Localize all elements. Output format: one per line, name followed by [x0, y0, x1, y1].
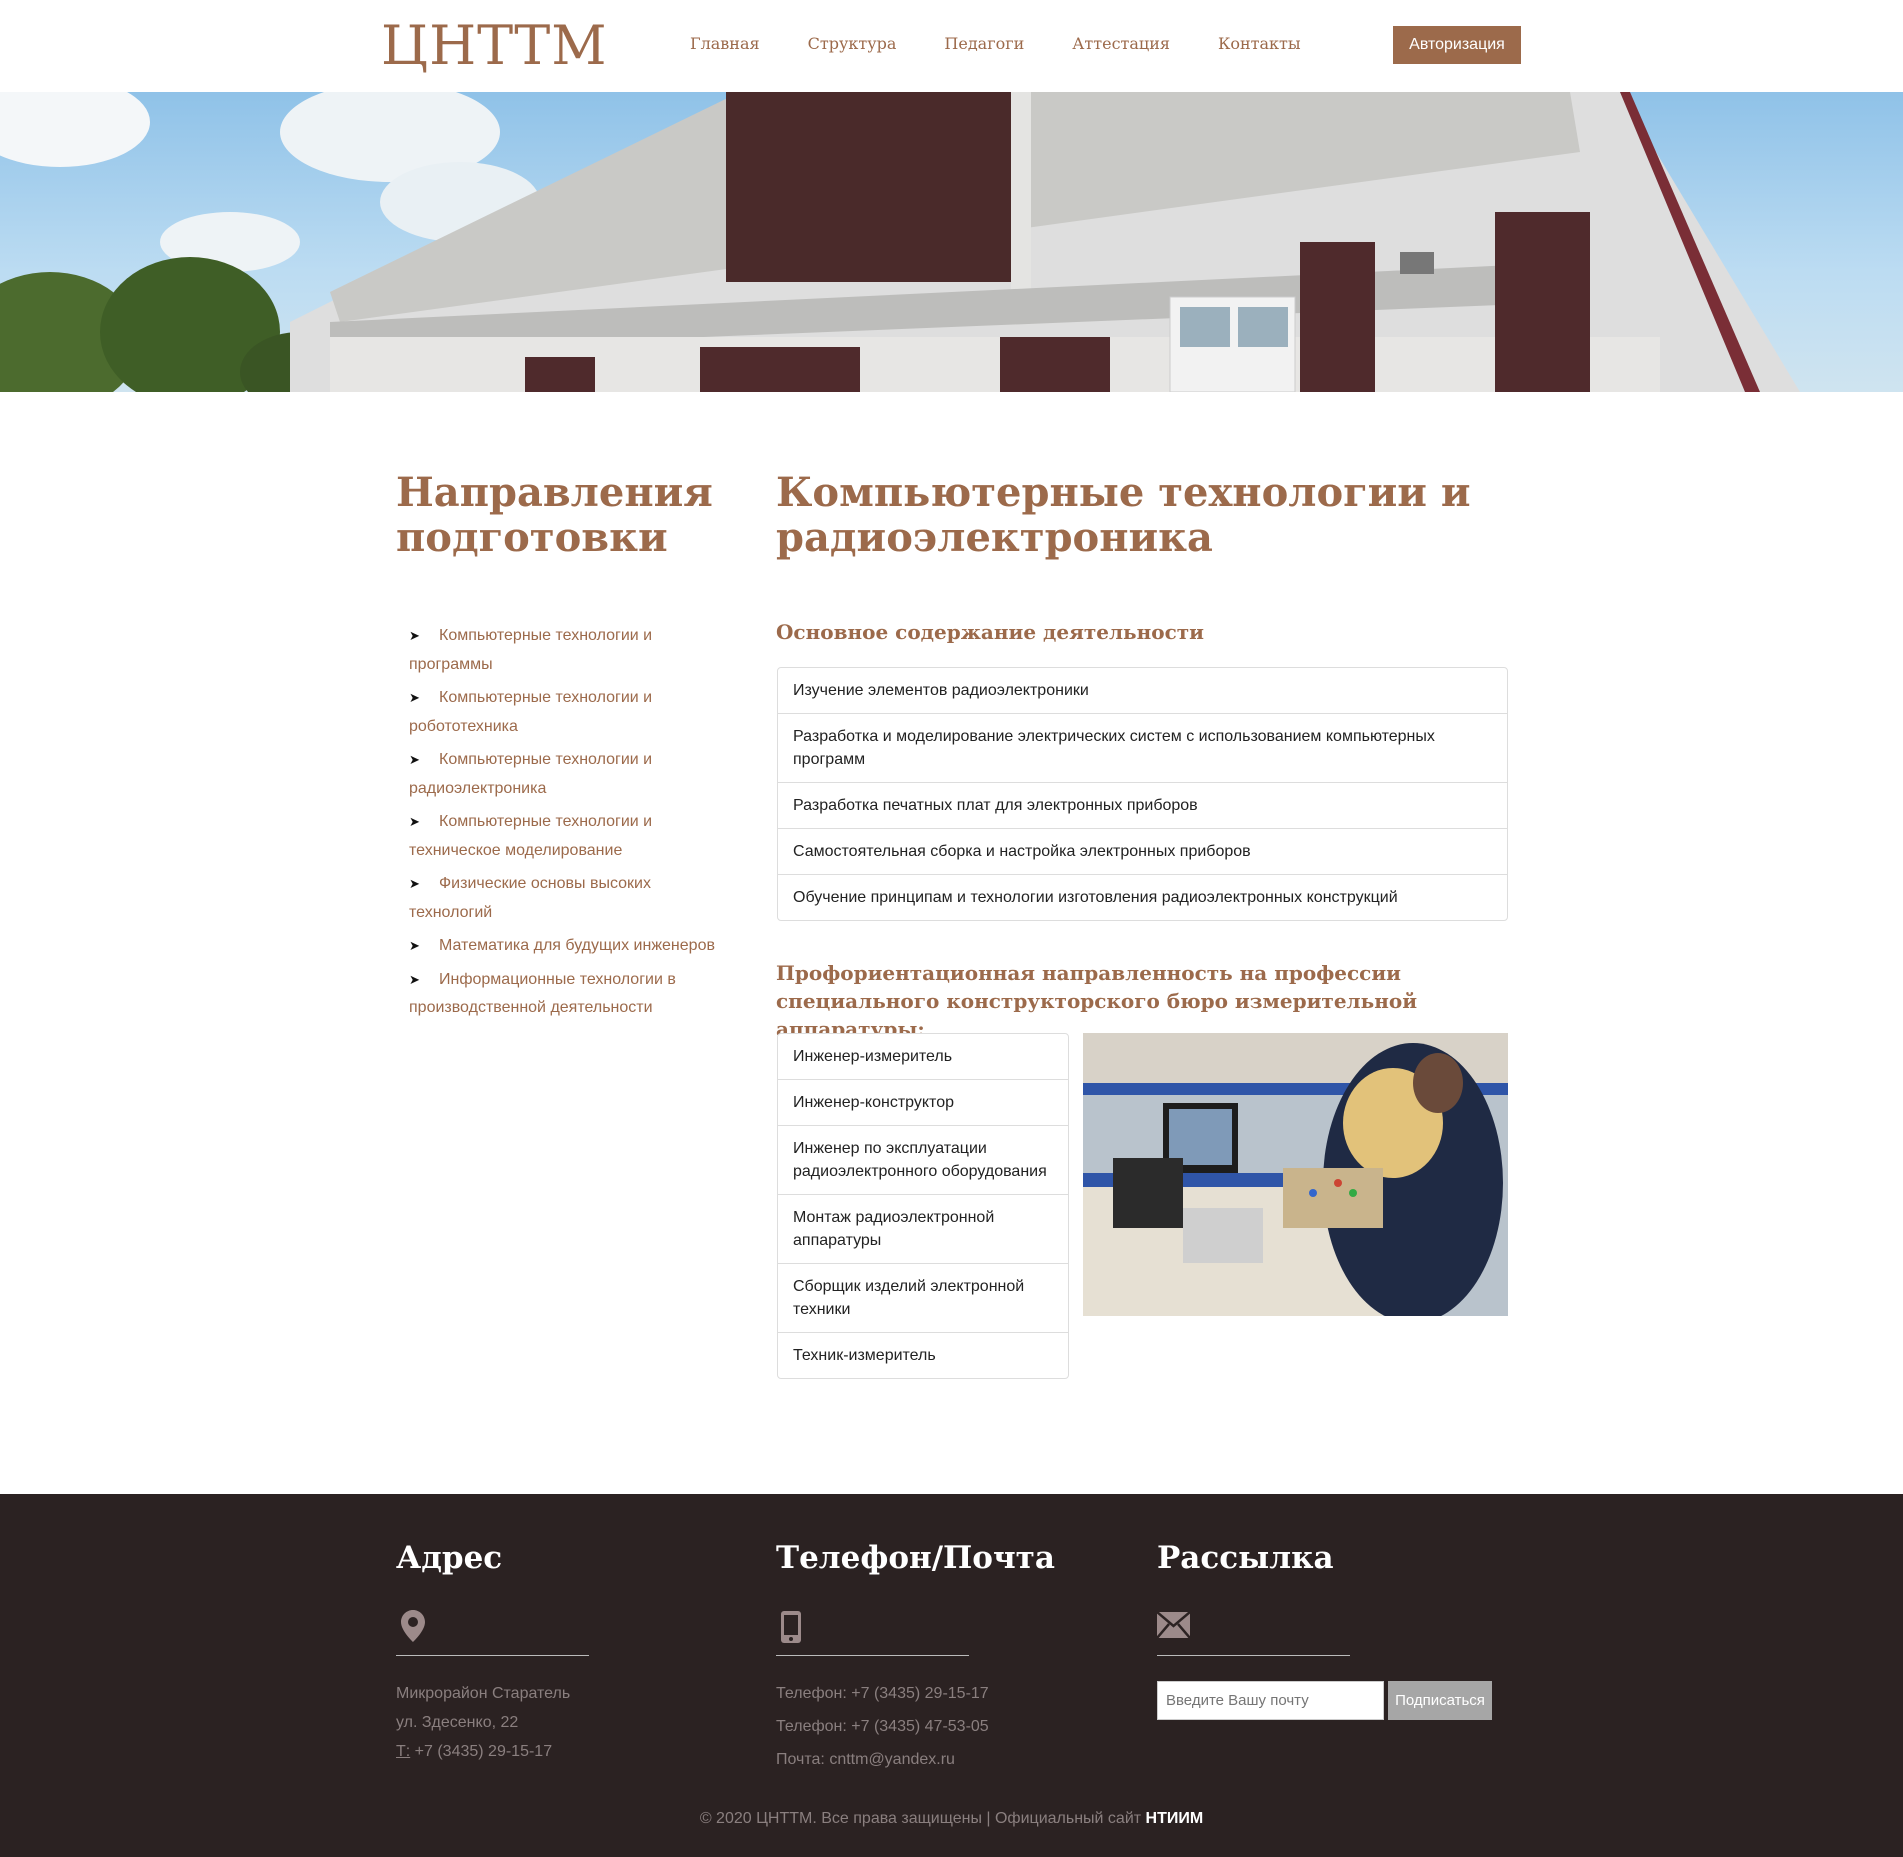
sidebar-item[interactable]: ➤ Компьютерные технологии и техническое м…: [409, 808, 729, 865]
list-item: Инженер по эксплуатации радиоэлектронног…: [778, 1126, 1068, 1195]
footer-divider: [396, 1655, 589, 1656]
subscribe-button[interactable]: Подписаться: [1388, 1681, 1492, 1720]
list-item: Изучение элементов радиоэлектроники: [778, 668, 1507, 714]
arrow-bullet-icon: ➤: [409, 814, 420, 829]
activities-heading: Основное содержание деятельности: [776, 620, 1205, 644]
map-marker-icon: [401, 1610, 425, 1647]
email-address[interactable]: Почта: cnttm@yandex.ru: [776, 1745, 955, 1774]
sidebar-item[interactable]: ➤ Компьютерные технологии и робототехника: [409, 684, 729, 741]
phone-abbr: Т:: [396, 1743, 411, 1760]
list-item: Разработка и моделирование электрических…: [778, 714, 1507, 783]
sidebar-item[interactable]: ➤ Математика для будущих инженеров: [409, 932, 729, 961]
hero-banner-image: [0, 92, 1903, 392]
address-line-1: Микрорайон Старатель: [396, 1685, 571, 1702]
nav-link-contacts[interactable]: Контакты: [1218, 34, 1301, 53]
footer-address-title: Адрес: [396, 1540, 503, 1576]
building-illustration: [0, 92, 1800, 392]
list-item: Техник-измеритель: [793, 1347, 936, 1364]
copyright: © 2020 ЦНТТМ. Все права защищены | Офици…: [0, 1810, 1903, 1828]
arrow-bullet-icon: ➤: [409, 938, 420, 953]
sidebar-title: Направления подготовки: [396, 469, 713, 561]
nav-link-attestation[interactable]: Аттестация: [1072, 34, 1170, 53]
arrow-bullet-icon: ➤: [409, 690, 420, 705]
site-header: ЦНТТМ Главная Структура Педагоги Аттеста…: [0, 0, 1903, 92]
phone-2[interactable]: Телефон: +7 (3435) 47-53-05: [776, 1712, 989, 1741]
ntiim-link[interactable]: НТИИМ: [1146, 1810, 1204, 1827]
footer-contacts-title: Телефон/Почта: [776, 1540, 1055, 1576]
list-item: Монтаж радиоэлектронной аппаратуры: [778, 1195, 1068, 1264]
address-phone-number: +7 (3435) 29-15-17: [410, 1743, 553, 1760]
list-item: Инженер-измеритель: [778, 1034, 1068, 1080]
copyright-text: © 2020 ЦНТТМ. Все права защищены | Офици…: [699, 1810, 1146, 1827]
newsletter-email-input[interactable]: [1157, 1681, 1384, 1720]
sidebar-item[interactable]: ➤ Физические основы высоких технологий: [409, 870, 729, 927]
activities-list: Изучение элементов радиоэлектроники Разр…: [777, 667, 1508, 921]
sidebar-item[interactable]: ➤ Информационные технологии в производств…: [409, 966, 729, 1023]
address-line-2: ул. Здесенко, 22: [396, 1714, 519, 1731]
arrow-bullet-icon: ➤: [409, 876, 420, 891]
envelope-icon: [1156, 1611, 1191, 1643]
page-title: Компьютерные технологии и радиоэлектрони…: [776, 469, 1471, 561]
lab-photo: [1083, 1033, 1508, 1316]
mobile-phone-icon: [780, 1610, 802, 1649]
login-button[interactable]: Авторизация: [1393, 26, 1521, 64]
arrow-bullet-icon: ➤: [409, 628, 420, 643]
phone-1[interactable]: Телефон: +7 (3435) 29-15-17: [776, 1679, 989, 1708]
footer-divider: [776, 1655, 969, 1656]
list-item: Разработка печатных плат для электронных…: [778, 783, 1507, 829]
professions-list: Инженер-измеритель Инженер-конструктор И…: [777, 1033, 1069, 1379]
list-item: Самостоятельная сборка и настройка элект…: [778, 829, 1507, 875]
address-phone: Т: +7 (3435) 29-15-17: [396, 1737, 552, 1766]
site-logo[interactable]: ЦНТТМ: [381, 14, 608, 78]
training-directions-list: ➤ Компьютерные технологии и программы ➤ Ко…: [409, 622, 729, 1028]
lab-photo-illustration: [1083, 1033, 1508, 1316]
list-item: Сборщик изделий электронной техники: [778, 1264, 1068, 1333]
list-item: Инженер-конструктор: [778, 1080, 1068, 1126]
nav-link-home[interactable]: Главная: [690, 34, 760, 53]
nav-link-structure[interactable]: Структура: [808, 34, 897, 53]
footer-newsletter-title: Рассылка: [1157, 1540, 1334, 1576]
professions-heading: Профориентационная направленность на про…: [776, 961, 1418, 1041]
list-item: Обучение принципам и технологии изготовл…: [793, 889, 1398, 906]
footer-divider: [1157, 1655, 1350, 1656]
arrow-bullet-icon: ➤: [409, 971, 420, 987]
main-nav: Главная Структура Педагоги Аттестация Ко…: [690, 34, 1349, 53]
sidebar-item[interactable]: ➤ Компьютерные технологии и программы: [409, 622, 729, 679]
nav-link-teachers[interactable]: Педагоги: [944, 34, 1024, 53]
arrow-bullet-icon: ➤: [409, 752, 420, 767]
sidebar-item[interactable]: ➤ Компьютерные технологии и радиоэлектрон…: [409, 746, 729, 803]
